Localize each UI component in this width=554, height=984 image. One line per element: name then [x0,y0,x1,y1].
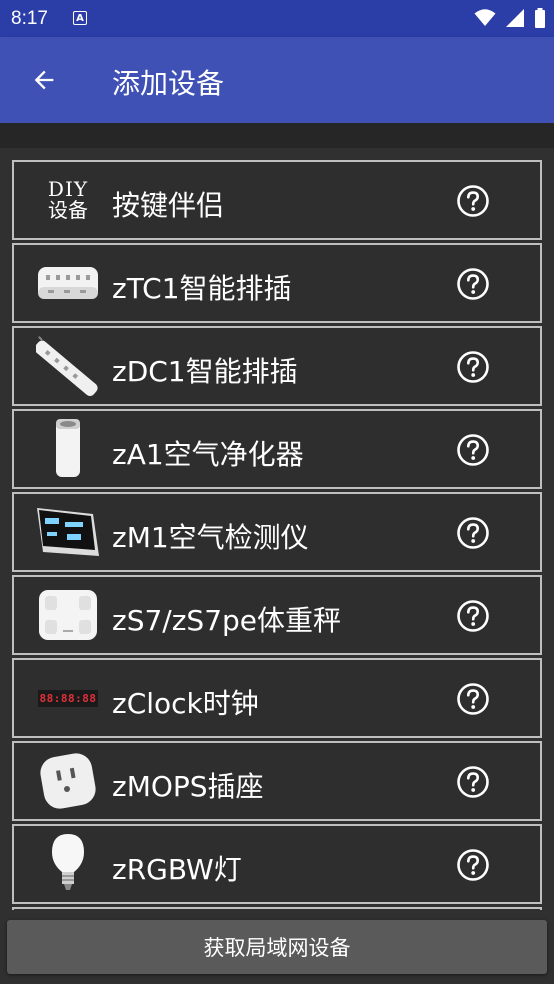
status-icons [470,8,546,28]
help-icon[interactable] [456,765,490,799]
page-title: 添加设备 [112,67,225,100]
socket-icon [34,749,102,813]
get-lan-devices-button[interactable]: 获取局域网设备 [7,920,547,974]
device-name: zS7/zS7pe体重秤 [112,604,342,637]
device-list[interactable]: DIY 设备 按键伴侣 zTC1智能排插 zDC1智能排插 zA1空气净化器 z… [0,148,554,910]
device-name: zMOPS插座 [112,770,264,803]
device-item-zclock[interactable]: 88:88:88 zClock时钟 [12,658,542,738]
help-icon[interactable] [456,682,490,716]
device-item-zm1[interactable]: zM1空气检测仪 [12,492,542,572]
arrow-left-icon [34,70,54,90]
device-item-zdc1[interactable]: zDC1智能排插 [12,326,542,406]
air-purifier-icon [34,417,102,481]
device-item-zs7[interactable]: zS7/zS7pe体重秤 [12,575,542,655]
help-icon[interactable] [456,848,490,882]
device-name: 按键伴侣 [112,189,225,222]
app-bar: 添加设备 [0,37,554,123]
device-name: zDC1智能排插 [112,355,298,388]
clock-icon: 88:88:88 [34,666,102,730]
device-name: zClock时钟 [112,687,259,720]
device-name: zTC1智能排插 [112,272,292,305]
notification-a-icon: A [73,11,87,25]
device-name: zM1空气检测仪 [112,521,309,554]
header-divider [0,123,554,148]
help-icon[interactable] [456,350,490,384]
device-name: zA1空气净化器 [112,438,304,471]
cellular-icon [505,9,524,27]
air-monitor-icon [34,500,102,564]
help-icon[interactable] [456,599,490,633]
device-name: zRGBW灯 [112,853,242,886]
bulb-icon [34,832,102,896]
device-item-button-companion[interactable]: DIY 设备 按键伴侣 [12,160,542,240]
diy-icon-subtext: 设备 [47,198,88,222]
wifi-icon [474,9,496,26]
device-item-zmops[interactable]: zMOPS插座 [12,741,542,821]
status-bar: 8:17 A [0,0,554,37]
help-icon[interactable] [456,516,490,550]
help-icon[interactable] [456,267,490,301]
power-strip-icon [34,251,102,315]
clock-display-text: 88:88:88 [37,689,99,707]
device-item-ztc1[interactable]: zTC1智能排插 [12,243,542,323]
back-button[interactable] [24,60,64,100]
help-icon[interactable] [456,184,490,218]
device-item-za1[interactable]: zA1空气净化器 [12,409,542,489]
diy-icon-text: DIY [47,177,89,201]
scale-icon [34,583,102,647]
battery-icon [535,8,545,28]
diy-icon: DIY 设备 [34,168,102,232]
help-icon[interactable] [456,433,490,467]
status-time: 8:17 [11,8,48,29]
device-item-partial[interactable] [12,907,542,910]
long-power-strip-icon [34,334,102,398]
device-item-zrgbw[interactable]: zRGBW灯 [12,824,542,904]
